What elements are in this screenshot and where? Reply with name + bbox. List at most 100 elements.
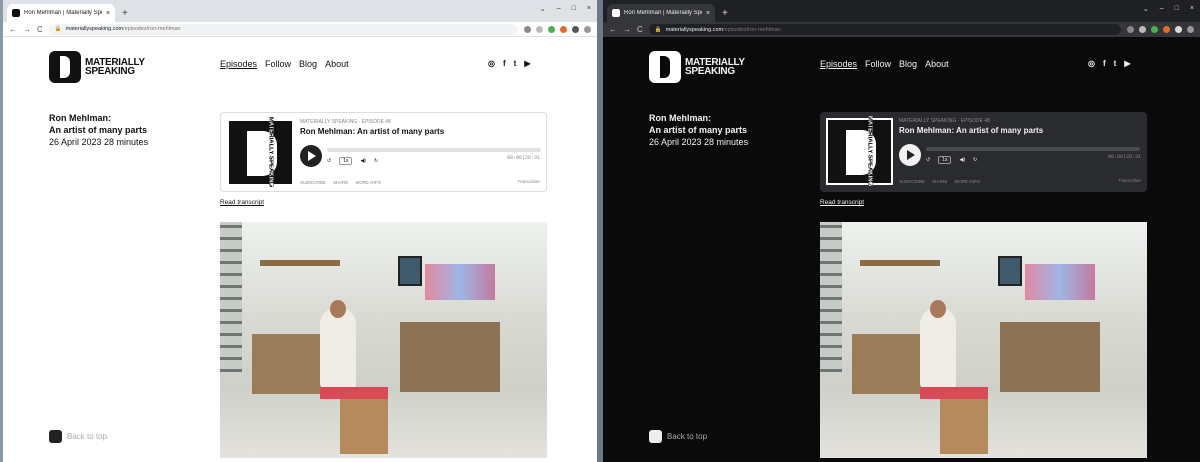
social-links: ◎ f t ▶	[1088, 59, 1130, 68]
extension-icon[interactable]	[560, 25, 567, 33]
volume-icon[interactable]: ◀)	[360, 158, 366, 164]
close-window-button[interactable]: ×	[1190, 5, 1194, 13]
tab-title: Ron Mehlman | Materially Speaki...	[624, 10, 702, 16]
address-bar[interactable]: 🔒 materiallyspeaking.com/episodes/ron-me…	[648, 24, 1121, 35]
facebook-icon[interactable]: f	[1103, 59, 1106, 68]
puzzle-icon[interactable]	[1175, 26, 1182, 33]
forward-icon[interactable]: ↻	[973, 157, 977, 163]
nav-about[interactable]: About	[925, 59, 949, 69]
nav-episodes[interactable]: Episodes	[820, 59, 857, 69]
minimize-button[interactable]: –	[1160, 5, 1164, 13]
menu-icon[interactable]	[584, 25, 591, 33]
youtube-icon[interactable]: ▶	[524, 59, 530, 68]
url-path: /episodes/ron-mehlman	[723, 26, 781, 33]
twitter-icon[interactable]: t	[514, 59, 517, 68]
maximize-button[interactable]: □	[572, 5, 576, 13]
player-series: MATERIALLY SPEAKING · EPISODE 48	[899, 118, 990, 124]
new-tab-button[interactable]: +	[722, 8, 728, 19]
address-bar[interactable]: 🔒 materiallyspeaking.com/episodes/ron-me…	[48, 23, 518, 35]
close-tab-icon[interactable]: ×	[706, 10, 710, 17]
podcast-artwork: MATERIALLY SPEAKING	[826, 116, 893, 186]
play-button[interactable]	[899, 144, 921, 166]
nav-episodes[interactable]: Episodes	[220, 59, 257, 69]
rewind-icon[interactable]: ↺	[327, 158, 331, 164]
maximize-button[interactable]: □	[1175, 5, 1179, 13]
url-host: materiallyspeaking.com	[65, 26, 124, 32]
site-logo[interactable]: MATERIALLY SPEAKING	[49, 51, 145, 83]
back-to-top-link[interactable]: Back to top	[49, 430, 107, 443]
progress-bar[interactable]	[327, 148, 541, 152]
close-tab-icon[interactable]: ×	[106, 10, 110, 17]
progress-bar[interactable]	[926, 147, 1140, 151]
instagram-icon[interactable]: ◎	[488, 59, 495, 68]
forward-icon[interactable]: ↻	[374, 158, 378, 164]
back-button[interactable]: ←	[9, 25, 17, 34]
player-links: SUBSCRIBE SHARE MORE INFO	[899, 179, 980, 184]
subscribe-link[interactable]: SUBSCRIBE	[300, 180, 326, 185]
speed-button[interactable]: 1x	[938, 156, 952, 164]
reload-button[interactable]: C	[637, 25, 643, 34]
browser-toolbar: ← → C 🔒 materiallyspeaking.com/episodes/…	[603, 22, 1200, 37]
extensions-area	[1127, 26, 1194, 33]
extension-icon[interactable]	[1163, 26, 1170, 33]
url-host: materiallyspeaking.com	[665, 26, 724, 33]
twitter-icon[interactable]: t	[1114, 59, 1117, 68]
extension-icon[interactable]	[1151, 26, 1158, 33]
share-link[interactable]: SHARE	[932, 179, 948, 184]
menu-icon[interactable]	[1187, 26, 1194, 33]
logo-mini-icon	[649, 430, 662, 443]
share-icon[interactable]	[1127, 26, 1134, 33]
site-logo[interactable]: MATERIALLY SPEAKING	[649, 51, 745, 83]
lock-icon: 🔒	[54, 26, 62, 32]
volume-icon[interactable]: ◀)	[959, 157, 965, 163]
star-icon[interactable]	[536, 25, 543, 33]
player-time: 00:00|28:31	[506, 155, 540, 161]
new-tab-button[interactable]: +	[122, 8, 128, 19]
subscribe-link[interactable]: SUBSCRIBE	[899, 179, 925, 184]
puzzle-icon[interactable]	[572, 25, 579, 33]
logo-mark-icon	[49, 51, 81, 83]
episode-date-duration: 26 April 2023 28 minutes	[649, 137, 749, 147]
close-window-button[interactable]: ×	[587, 5, 591, 13]
play-button[interactable]	[300, 145, 322, 167]
tab-strip: Ron Mehlman | Materially Speaki... × + ⌄…	[603, 0, 1200, 22]
nav-blog[interactable]: Blog	[299, 59, 317, 69]
browser-window-dark: Ron Mehlman | Materially Speaki... × + ⌄…	[603, 0, 1200, 462]
back-to-top-link[interactable]: Back to top	[649, 430, 707, 443]
read-transcript-link[interactable]: Read transcript	[220, 199, 264, 206]
nav-follow[interactable]: Follow	[265, 59, 291, 69]
main-nav: Episodes Follow Blog About	[820, 59, 949, 69]
forward-button[interactable]: →	[23, 25, 31, 34]
browser-tab[interactable]: Ron Mehlman | Materially Speaki... ×	[7, 4, 115, 22]
episode-subtitle: An artist of many parts	[49, 125, 148, 135]
nav-about[interactable]: About	[325, 59, 349, 69]
reload-button[interactable]: C	[37, 25, 43, 34]
facebook-icon[interactable]: f	[503, 59, 506, 68]
instagram-icon[interactable]: ◎	[1088, 59, 1095, 68]
share-link[interactable]: SHARE	[333, 180, 349, 185]
transcriber-button[interactable]: Transcriber	[517, 179, 540, 184]
logo-text: MATERIALLY SPEAKING	[85, 57, 145, 77]
rewind-icon[interactable]: ↺	[926, 157, 930, 163]
forward-button[interactable]: →	[623, 25, 631, 34]
minimize-button[interactable]: –	[557, 5, 561, 13]
back-button[interactable]: ←	[609, 25, 617, 34]
social-links: ◎ f t ▶	[488, 59, 530, 68]
speed-button[interactable]: 1x	[339, 157, 353, 165]
tab-search-icon[interactable]: ⌄	[1143, 5, 1149, 13]
share-icon[interactable]	[524, 25, 531, 33]
episode-date-duration: 26 April 2023 28 minutes	[49, 137, 149, 147]
read-transcript-link[interactable]: Read transcript	[820, 199, 864, 206]
star-icon[interactable]	[1139, 26, 1146, 33]
logo-mini-icon	[49, 430, 62, 443]
nav-blog[interactable]: Blog	[899, 59, 917, 69]
tab-search-icon[interactable]: ⌄	[540, 5, 546, 13]
browser-tab[interactable]: Ron Mehlman | Materially Speaki... ×	[607, 4, 715, 22]
transcriber-button[interactable]: Transcriber	[1118, 178, 1141, 183]
player-links: SUBSCRIBE SHARE MORE INFO	[300, 180, 381, 185]
more-info-link[interactable]: MORE INFO	[955, 179, 981, 184]
nav-follow[interactable]: Follow	[865, 59, 891, 69]
more-info-link[interactable]: MORE INFO	[356, 180, 382, 185]
extension-icon[interactable]	[548, 25, 555, 33]
youtube-icon[interactable]: ▶	[1124, 59, 1130, 68]
